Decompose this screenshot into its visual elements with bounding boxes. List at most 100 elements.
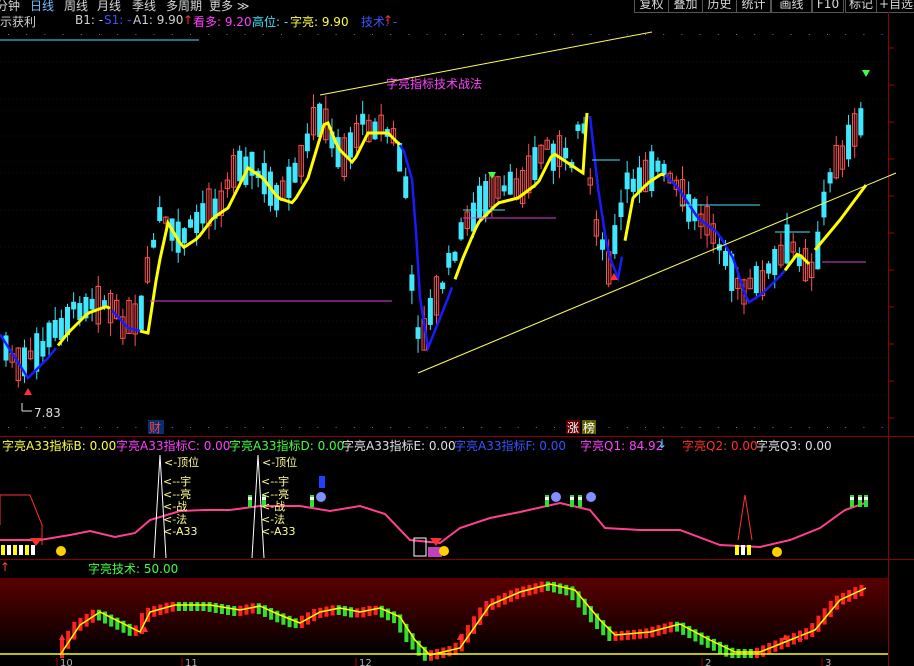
dot bbox=[717, 34, 719, 35]
panel3-bar bbox=[644, 628, 649, 639]
panel2-red-spike bbox=[737, 494, 753, 541]
dot bbox=[535, 34, 537, 35]
panel3-bar bbox=[256, 603, 261, 615]
dot bbox=[499, 427, 501, 428]
dot bbox=[499, 34, 501, 35]
panel2-green-bar-stripe bbox=[864, 497, 868, 500]
candle-body bbox=[427, 297, 433, 325]
candle-body bbox=[286, 166, 292, 198]
panel3-bar bbox=[675, 621, 679, 632]
dot bbox=[790, 34, 792, 35]
dot bbox=[663, 34, 665, 35]
dot bbox=[153, 34, 155, 35]
dot bbox=[335, 427, 337, 428]
dot bbox=[8, 34, 9, 35]
candle-body bbox=[575, 124, 581, 131]
panel3-bar bbox=[336, 605, 341, 615]
candle-body bbox=[194, 212, 200, 234]
panel2-green-bar bbox=[850, 495, 854, 507]
panel2-bar bbox=[741, 545, 745, 555]
signal-label-1-3: <-战 bbox=[261, 500, 285, 513]
candle-body bbox=[440, 282, 446, 290]
panel3-bar bbox=[219, 603, 224, 614]
candle-body bbox=[655, 160, 661, 172]
month-label-0: 10 bbox=[60, 658, 73, 666]
chart-title-annotation: 字亮指标技术战法 bbox=[386, 76, 482, 91]
dot bbox=[845, 427, 847, 428]
panel3-bar bbox=[201, 602, 206, 611]
dot bbox=[244, 427, 246, 428]
candle-body bbox=[181, 228, 187, 244]
panel3-bar bbox=[232, 606, 237, 616]
candle-body bbox=[532, 147, 538, 181]
panel2-bar bbox=[31, 545, 35, 555]
dot bbox=[590, 34, 592, 35]
dot bbox=[99, 34, 100, 35]
dot bbox=[845, 34, 847, 35]
panel2-green-bar bbox=[858, 495, 862, 507]
candle-body bbox=[846, 124, 852, 160]
dot bbox=[426, 34, 428, 35]
signal-label-0-0: <-顶位 bbox=[164, 455, 199, 469]
dot bbox=[244, 34, 246, 35]
dot bbox=[444, 34, 446, 35]
candle-body bbox=[753, 266, 759, 294]
dot bbox=[171, 34, 173, 35]
smiley-icon bbox=[56, 546, 66, 556]
panel2-green-bar bbox=[578, 495, 582, 507]
dot bbox=[62, 427, 64, 428]
smiley-icon bbox=[551, 492, 561, 502]
candle-body bbox=[52, 319, 58, 338]
dot bbox=[171, 427, 173, 428]
panel3-bar bbox=[293, 618, 298, 629]
candle-body bbox=[71, 301, 77, 310]
panel2-bar bbox=[13, 545, 17, 555]
dot bbox=[681, 34, 683, 35]
candle-body bbox=[372, 121, 378, 140]
panel2-green-bar bbox=[864, 495, 868, 507]
candle-body bbox=[723, 250, 729, 266]
dot bbox=[572, 34, 574, 35]
candle-body bbox=[600, 239, 606, 250]
panel3-bar bbox=[207, 602, 212, 612]
dot bbox=[80, 34, 82, 35]
ma-yellow-line bbox=[453, 112, 589, 280]
dot bbox=[26, 34, 28, 35]
candle-body bbox=[200, 203, 206, 224]
candle-body bbox=[151, 239, 157, 248]
dot bbox=[353, 34, 355, 35]
dot bbox=[226, 34, 228, 35]
dot bbox=[608, 427, 610, 428]
panel2-green-bar-stripe bbox=[858, 497, 862, 500]
panel2-green-bar-stripe bbox=[248, 497, 252, 500]
panel3-bar bbox=[754, 647, 759, 658]
dot bbox=[736, 427, 737, 428]
dot bbox=[426, 427, 428, 428]
panel3-bar bbox=[355, 608, 360, 618]
panel2-blue-block bbox=[319, 476, 325, 488]
dot bbox=[190, 34, 191, 35]
signal-label-1-4: <-法 bbox=[261, 512, 285, 526]
candle-body bbox=[89, 298, 95, 310]
panel3-bar bbox=[189, 602, 194, 611]
panel3-bar bbox=[625, 630, 630, 640]
panel3-bar bbox=[195, 602, 200, 611]
panel3-bar bbox=[170, 602, 175, 612]
candle-body bbox=[452, 251, 458, 261]
kline-chart[interactable]: 字亮指标技术战法7.83财涨榜<-顶位<--宇<--亮<-战<-法<-A33<-… bbox=[0, 0, 914, 666]
dot bbox=[262, 34, 264, 35]
dot bbox=[299, 427, 301, 428]
panel2-green-bar bbox=[570, 495, 574, 507]
dot bbox=[226, 427, 228, 428]
dot bbox=[317, 34, 319, 35]
panel3-bar bbox=[238, 605, 243, 616]
dot bbox=[190, 427, 191, 428]
dot bbox=[135, 34, 137, 35]
panel3-bar bbox=[619, 630, 624, 641]
candle-body bbox=[46, 322, 52, 348]
dot bbox=[408, 34, 410, 35]
dot bbox=[863, 34, 865, 35]
signal-label-0-1: <--宇 bbox=[163, 475, 191, 488]
panel3-bar bbox=[342, 605, 347, 617]
dot bbox=[44, 34, 46, 35]
